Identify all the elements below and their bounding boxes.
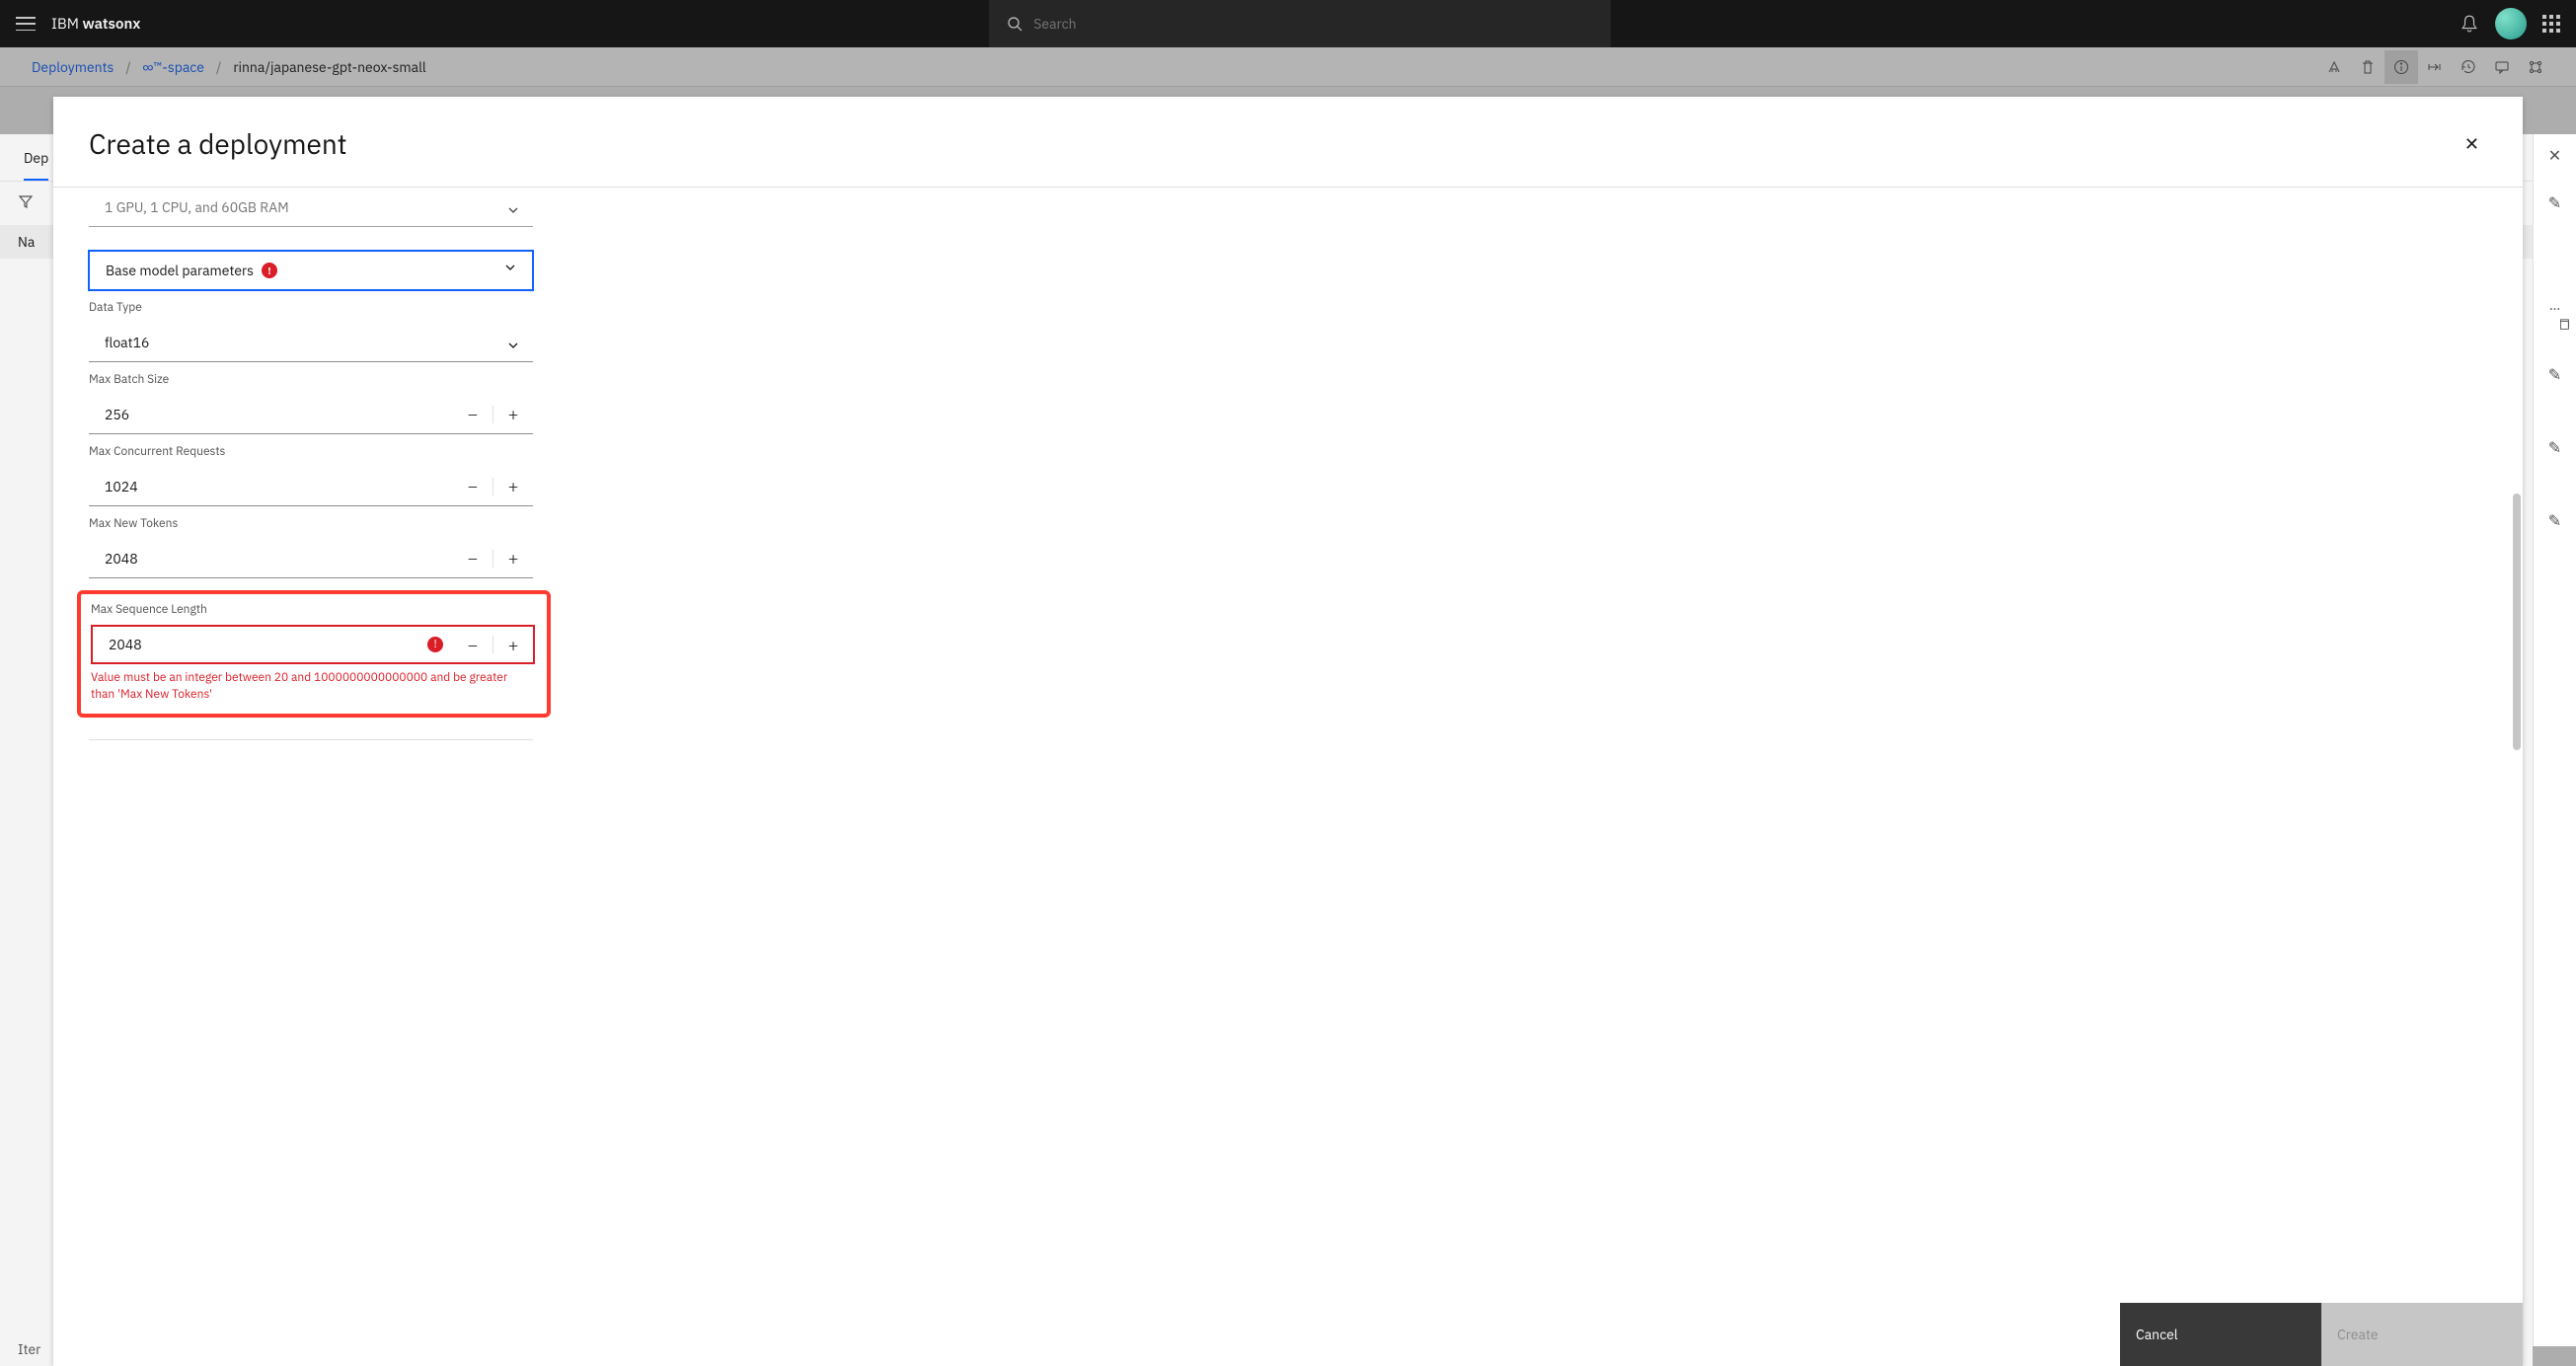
edit-icon[interactable]: ✎ [2548, 511, 2561, 531]
base-model-parameters-accordion[interactable]: Base model parameters ! [89, 251, 533, 290]
brand-product: watsonx [83, 15, 141, 34]
global-search[interactable] [989, 0, 1611, 47]
app-switcher-icon[interactable] [2542, 15, 2560, 33]
create-deployment-modal: Create a deployment ✕ 1 GPU, 1 CPU, and … [53, 97, 2523, 1366]
edit-icon[interactable]: ✎ [2548, 365, 2561, 385]
tab-deployments[interactable]: Dep [24, 137, 48, 181]
chevron-down-icon [507, 202, 517, 212]
modal-footer: Cancel Create [53, 1303, 2523, 1366]
modal-title: Create a deployment [89, 125, 347, 162]
modal-body: 1 GPU, 1 CPU, and 60GB RAM Base model pa… [53, 188, 2523, 1303]
shell-header: IBM watsonx [0, 0, 2576, 47]
copy-icon[interactable] [2557, 318, 2571, 336]
decrement-button[interactable]: − [453, 539, 492, 578]
max-sequence-length-stepper[interactable]: ! − + [91, 625, 535, 664]
increment-button[interactable]: + [493, 625, 533, 664]
max-batch-size-input[interactable] [89, 406, 453, 423]
decrement-button[interactable]: − [453, 467, 492, 506]
max-sequence-length-label: Max Sequence Length [91, 602, 537, 617]
brand-prefix: IBM [51, 15, 83, 34]
chevron-down-icon [507, 338, 517, 347]
accordion-title: Base model parameters [106, 262, 254, 279]
error-icon: ! [262, 263, 277, 278]
overflow-icon[interactable]: … [2549, 296, 2560, 314]
chevron-up-icon [506, 266, 516, 275]
search-input[interactable] [1033, 15, 1595, 33]
data-type-value: float16 [105, 334, 149, 351]
info-side-panel: ✕ ✎ … ✎ ✎ ✎ [2533, 134, 2576, 1346]
increment-button[interactable]: + [493, 539, 533, 578]
error-icon: ! [427, 637, 443, 652]
edit-icon[interactable]: ✎ [2548, 438, 2561, 458]
max-batch-size-stepper[interactable]: − + [89, 395, 533, 434]
close-icon[interactable]: ✕ [2457, 124, 2487, 163]
menu-icon[interactable] [16, 14, 36, 34]
increment-button[interactable]: + [493, 467, 533, 506]
scrollbar[interactable] [2513, 493, 2521, 750]
modal-header: Create a deployment ✕ [53, 97, 2523, 188]
search-icon [1005, 14, 1023, 34]
max-new-tokens-label: Max New Tokens [89, 516, 606, 531]
highlight-annotation: Max Sequence Length ! − + Value must be … [77, 590, 551, 718]
max-concurrent-requests-stepper[interactable]: − + [89, 467, 533, 506]
max-new-tokens-input[interactable] [89, 550, 453, 568]
section-divider [89, 739, 533, 740]
brand[interactable]: IBM watsonx [51, 15, 140, 34]
hardware-select[interactable]: 1 GPU, 1 CPU, and 60GB RAM [89, 188, 533, 227]
max-sequence-length-error: Value must be an integer between 20 and … [91, 670, 525, 704]
data-type-select[interactable]: float16 [89, 323, 533, 362]
create-button[interactable]: Create [2321, 1303, 2523, 1366]
avatar[interactable] [2495, 8, 2527, 39]
max-concurrent-requests-input[interactable] [89, 478, 453, 495]
max-batch-size-label: Max Batch Size [89, 372, 606, 387]
pagination-label: Iter [18, 1340, 40, 1358]
hardware-value: 1 GPU, 1 CPU, and 60GB RAM [105, 198, 289, 216]
data-type-label: Data Type [89, 300, 606, 315]
decrement-button[interactable]: − [453, 395, 492, 434]
close-icon[interactable]: ✕ [2548, 146, 2561, 166]
increment-button[interactable]: + [493, 395, 533, 434]
max-concurrent-requests-label: Max Concurrent Requests [89, 444, 606, 459]
filter-icon[interactable] [18, 193, 34, 213]
max-new-tokens-stepper[interactable]: − + [89, 539, 533, 578]
max-sequence-length-input[interactable] [93, 636, 427, 653]
cancel-button[interactable]: Cancel [2120, 1303, 2321, 1366]
edit-icon[interactable]: ✎ [2548, 193, 2561, 213]
decrement-button[interactable]: − [453, 625, 492, 664]
notifications-icon[interactable] [2460, 14, 2479, 34]
